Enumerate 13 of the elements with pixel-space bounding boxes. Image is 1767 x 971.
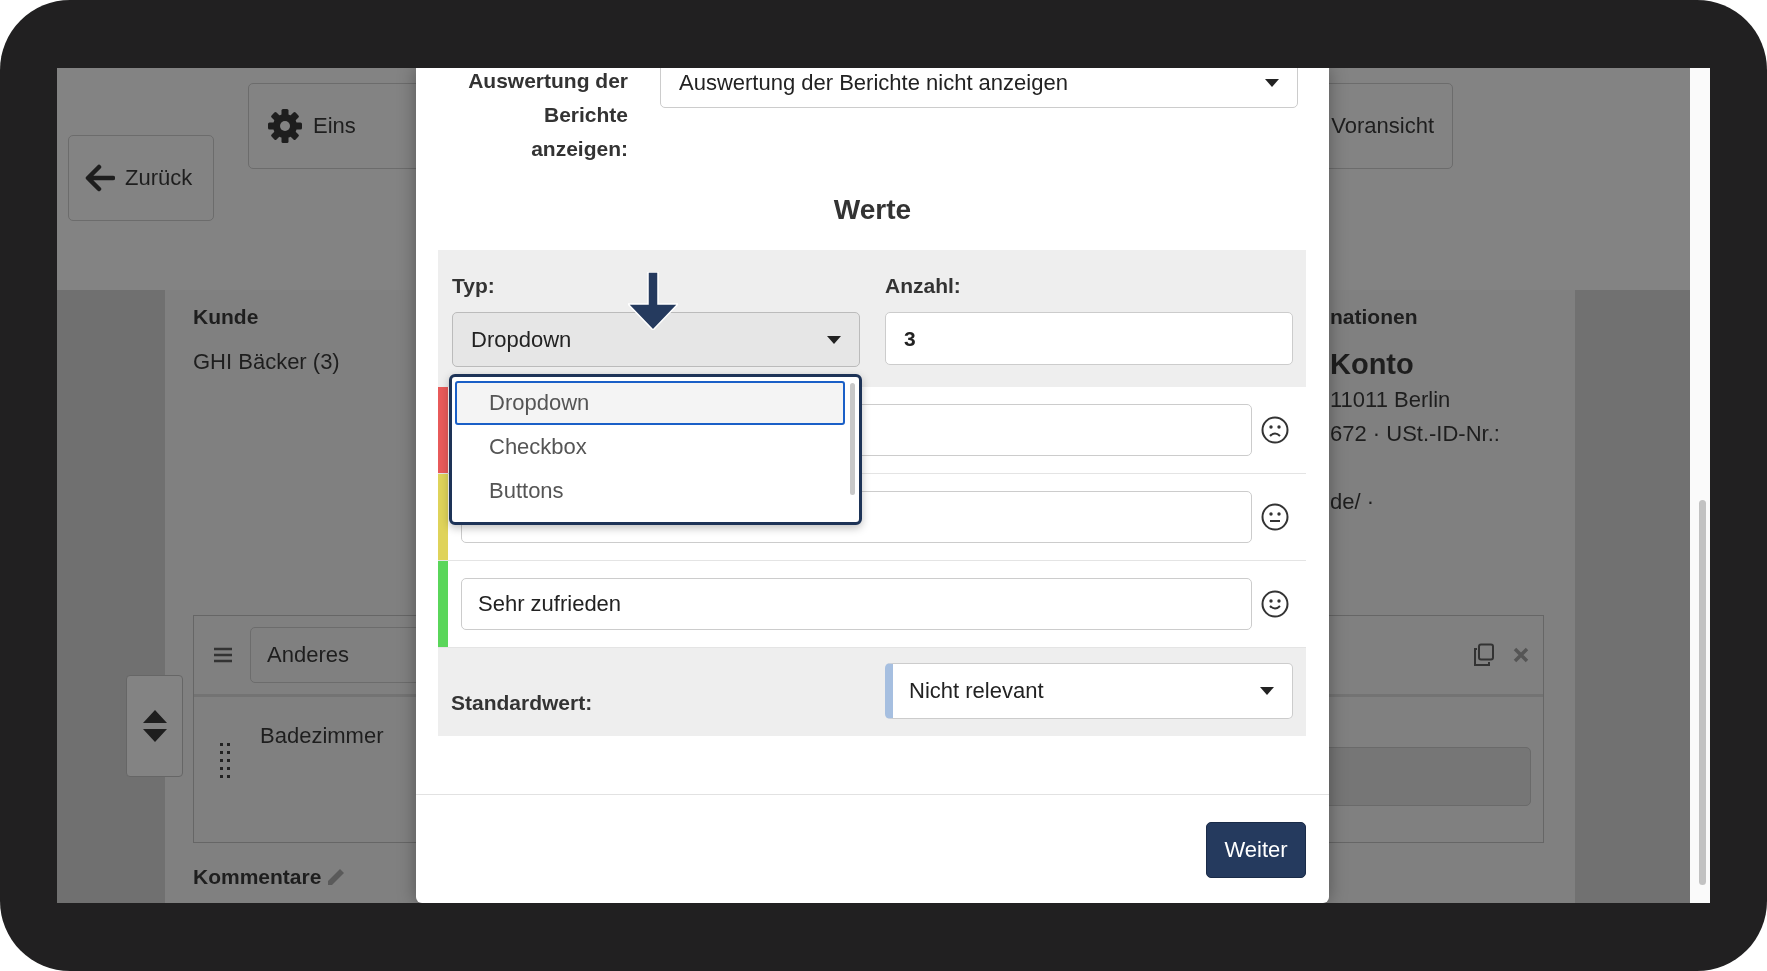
count-label: Anzahl:	[885, 274, 962, 298]
address-line: 672 · USt.-ID-Nr.:	[1330, 420, 1501, 448]
customer-heading: Kunde	[193, 305, 259, 329]
room-name: Badezimmer	[260, 723, 385, 749]
address-line: de/ ·	[1330, 488, 1376, 516]
address-line: 11011 Berlin	[1330, 386, 1452, 414]
info-heading: nationen	[1330, 305, 1419, 329]
company-name: Konto	[1330, 347, 1415, 382]
customer-name: GHI Bäcker (3)	[193, 348, 340, 376]
comments-heading: Kommentare	[193, 865, 322, 889]
section-title: Werte	[832, 194, 913, 226]
default-label: Standardwert:	[451, 691, 594, 715]
type-label: Typ:	[452, 274, 496, 298]
